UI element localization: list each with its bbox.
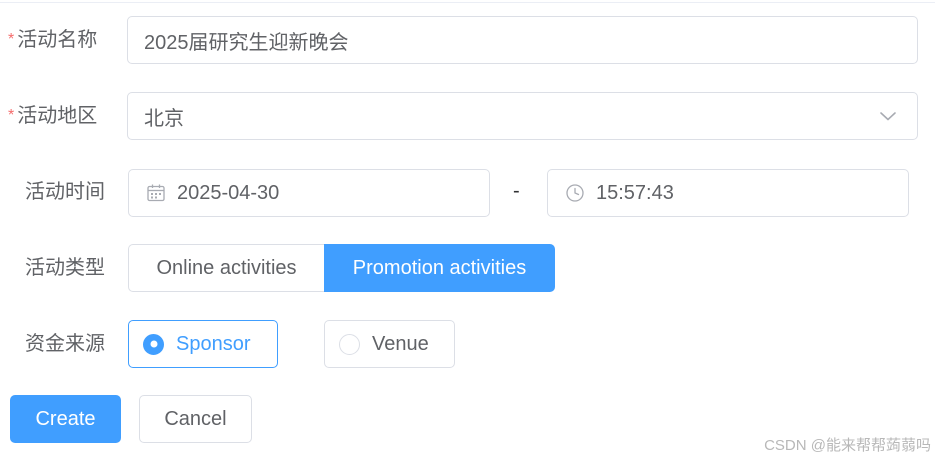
type-label: 活动类型 (25, 257, 105, 279)
radio-indicator (143, 333, 164, 355)
activity-name-input[interactable]: 2025届研究生迎新晚会 (127, 16, 918, 64)
region-label-text: 活动地区 (17, 105, 98, 127)
type-option-label: Online activities (156, 256, 297, 279)
watermark: CSDN @能来帮帮蒟蒻吗 (764, 437, 931, 454)
name-label-text: 活动名称 (17, 29, 98, 51)
name-label: * 活动名称 (8, 28, 112, 54)
form-item-resource: 资金来源 Sponsor Venue (0, 320, 935, 368)
date-picker[interactable]: 2025-04-30 (128, 169, 490, 217)
calendar-icon (147, 184, 165, 202)
radio-sponsor-label: Sponsor (176, 332, 251, 355)
clock-icon (566, 184, 584, 202)
form-item-name: * 活动名称 2025届研究生迎新晚会 (0, 16, 935, 64)
range-separator: - (513, 180, 520, 202)
cancel-button-label: Cancel (164, 407, 227, 430)
create-button-label: Create (35, 407, 96, 430)
region-select-value: 北京 (144, 107, 184, 130)
required-mark: * (8, 31, 15, 48)
date-value: 2025-04-30 (177, 181, 280, 204)
type-option-online[interactable]: Online activities (128, 244, 324, 292)
form-item-type: 活动类型 Online activities Promotion activit… (0, 244, 935, 292)
form-item-region: * 活动地区 北京 (0, 92, 935, 140)
region-label: * 活动地区 (8, 104, 112, 130)
radio-venue-label: Venue (372, 332, 429, 355)
region-select[interactable]: 北京 (127, 92, 918, 140)
cancel-button[interactable]: Cancel (139, 395, 252, 443)
resource-label: 资金来源 (25, 333, 105, 355)
type-option-promotion[interactable]: Promotion activities (324, 244, 555, 292)
chevron-down-icon (880, 112, 896, 121)
type-option-label: Promotion activities (352, 256, 527, 279)
activity-name-value: 2025届研究生迎新晚会 (144, 31, 349, 54)
time-label: 活动时间 (25, 181, 105, 203)
radio-indicator (339, 333, 360, 355)
required-mark: * (8, 107, 15, 124)
time-picker[interactable]: 15:57:43 (547, 169, 909, 217)
radio-sponsor[interactable]: Sponsor (128, 320, 278, 368)
time-value: 15:57:43 (596, 181, 674, 204)
form-item-time: 活动时间 2025-04-30 - 15:57:43 (0, 169, 935, 217)
radio-venue[interactable]: Venue (324, 320, 455, 368)
create-button[interactable]: Create (10, 395, 121, 443)
top-divider (0, 2, 935, 3)
